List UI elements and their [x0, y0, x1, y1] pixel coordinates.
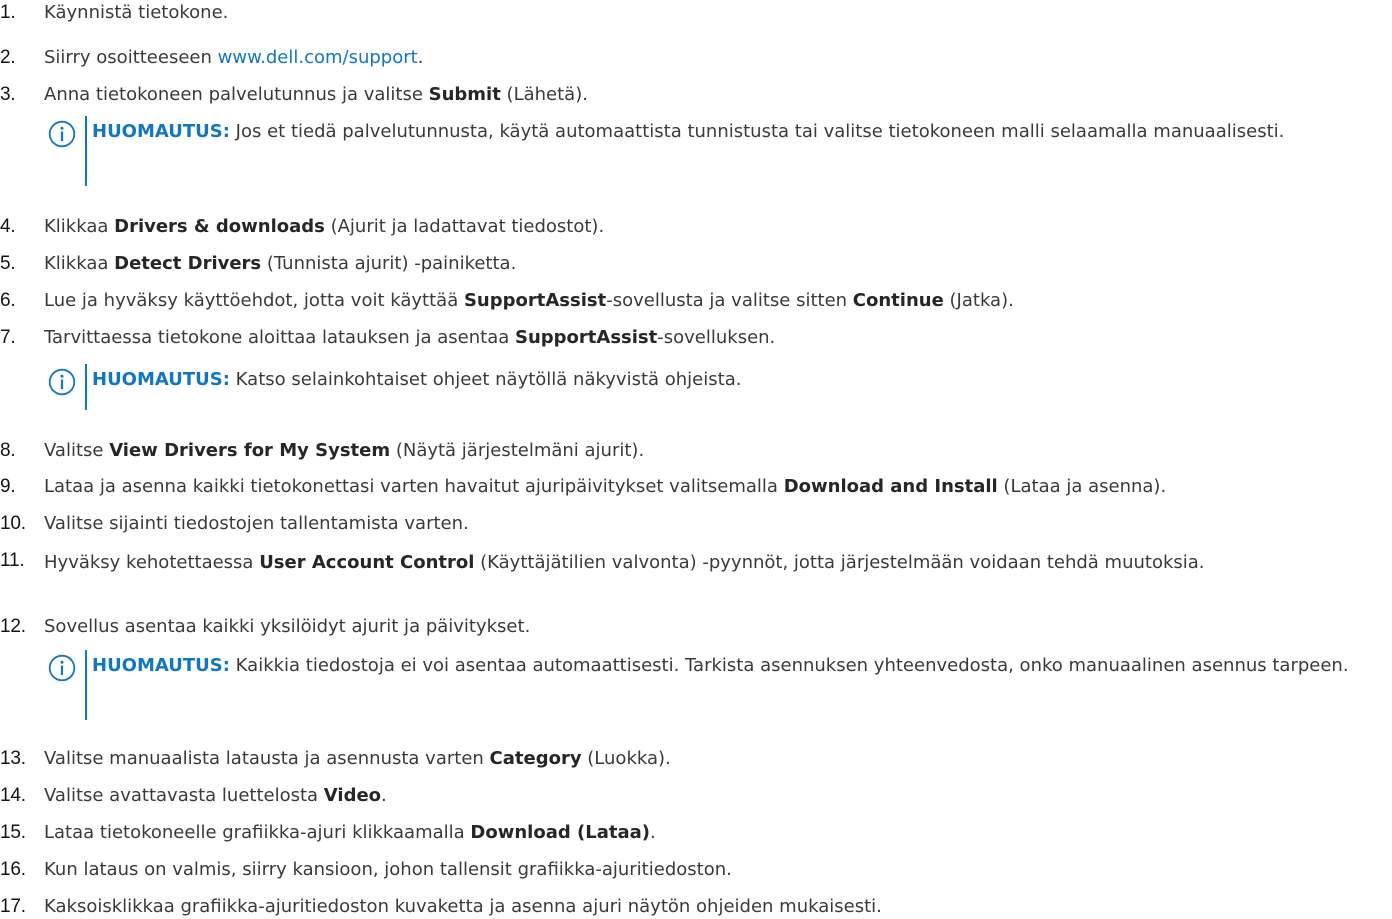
- step-text-part: Lataa tietokoneelle grafiikka-ajuri klik…: [44, 822, 471, 843]
- step-text-part: -sovellusta ja valitse sitten: [606, 290, 853, 311]
- step-text-part: Klikkaa: [44, 253, 115, 274]
- step-text-bold: Video: [323, 785, 382, 806]
- step-number: 7.: [0, 327, 16, 348]
- step-text: Kaksoisklikkaa grafiikka-ajuritiedoston …: [44, 894, 1390, 919]
- step-number: 12.: [0, 616, 26, 637]
- step-text-part: (Jatka).: [943, 290, 1014, 311]
- step-text: Valitse sijainti tiedostojen tallentamis…: [44, 511, 1390, 536]
- step-text-part: (Lähetä).: [500, 84, 588, 105]
- support-link[interactable]: www.dell.com/support: [218, 47, 418, 68]
- step-text-bold: SupportAssist: [515, 327, 658, 348]
- step-number: 15.: [0, 822, 26, 843]
- step-text-part: Lataa ja asenna kaikki tietokonettasi va…: [44, 476, 784, 497]
- note-body: Kaikkia tiedostoja ei voi asentaa automa…: [229, 655, 1349, 676]
- note-text: HUOMAUTUS: Jos et tiedä palvelutunnusta,…: [92, 116, 1392, 148]
- step-text-part: Valitse manuaalista latausta ja asennust…: [44, 748, 490, 769]
- step-text-part: Anna tietokoneen palvelutunnus ja valits…: [44, 84, 429, 105]
- note-label: HUOMAUTUS:: [92, 655, 230, 676]
- step-text-part: Valitse: [44, 440, 110, 461]
- step-text: Hyväksy kehotettaessa User Account Contr…: [44, 548, 1344, 577]
- step-text: Lataa ja asenna kaikki tietokonettasi va…: [44, 474, 1390, 499]
- step-text-bold: Drivers & downloads: [114, 216, 325, 237]
- note-label: HUOMAUTUS:: [92, 369, 230, 390]
- step-text-part: .: [649, 822, 656, 843]
- step-text-part: Klikkaa: [44, 216, 115, 237]
- step-text-bold: Submit: [428, 84, 501, 105]
- info-icon: [48, 120, 76, 148]
- step-number: 4.: [0, 216, 16, 237]
- step-text-part: .: [381, 785, 387, 806]
- step-text: Sovellus asentaa kaikki yksilöidyt ajuri…: [44, 614, 1390, 639]
- step-text-bold: View Drivers for My System: [109, 440, 391, 461]
- step-text-bold: Detect Drivers: [114, 253, 262, 274]
- note-body: Jos et tiedä palvelutunnusta, käytä auto…: [229, 121, 1285, 142]
- step-text: Anna tietokoneen palvelutunnus ja valits…: [44, 82, 1390, 107]
- step-text-bold: Category: [489, 748, 582, 769]
- step-text-bold: Download (Lataa): [470, 822, 650, 843]
- step-text-bold: Continue: [852, 290, 944, 311]
- step-text: Klikkaa Detect Drivers (Tunnista ajurit)…: [44, 251, 1390, 276]
- step-text-bold: User Account Control: [259, 552, 475, 573]
- step-text-part: Kaksoisklikkaa grafiikka-ajuritiedoston …: [44, 896, 882, 917]
- step-text-bold: SupportAssist: [463, 290, 607, 311]
- step-number: 8.: [0, 440, 16, 461]
- note-bar: [85, 364, 87, 410]
- step-number: 3.: [0, 84, 16, 105]
- step-text: Valitse View Drivers for My System (Näyt…: [44, 438, 1390, 463]
- step-number: 16.: [0, 859, 26, 880]
- step-text-part: Valitse avattavasta luettelosta: [44, 785, 324, 806]
- note-2: HUOMAUTUS: Katso selainkohtaiset ohjeet …: [48, 364, 1392, 410]
- step-text: Klikkaa Drivers & downloads (Ajurit ja l…: [44, 214, 1390, 239]
- step-text: Tarvittaessa tietokone aloittaa lataukse…: [44, 325, 1390, 350]
- step-text: Käynnistä tietokone.: [44, 0, 1390, 25]
- step-number: 5.: [0, 253, 16, 274]
- step-number: 13.: [0, 748, 26, 769]
- note-1: HUOMAUTUS: Jos et tiedä palvelutunnusta,…: [48, 116, 1392, 186]
- step-text: Lataa tietokoneelle grafiikka-ajuri klik…: [44, 820, 1390, 845]
- step-text-part: Tarvittaessa tietokone aloittaa lataukse…: [44, 327, 515, 348]
- note-body: Katso selainkohtaiset ohjeet näytöllä nä…: [229, 369, 742, 390]
- step-text-part: (Ajurit ja ladattavat tiedostot).: [324, 216, 605, 237]
- step-text: Lue ja hyväksy käyttöehdot, jotta voit k…: [44, 288, 1390, 313]
- step-number: 1.: [0, 2, 16, 23]
- step-text-part: Kun lataus on valmis, siirry kansioon, j…: [44, 859, 732, 880]
- step-text-part: Hyväksy kehotettaessa: [44, 552, 260, 573]
- step-text-part: Siirry osoitteeseen: [44, 47, 218, 68]
- step-text-part: .: [417, 47, 424, 68]
- step-number: 6.: [0, 290, 16, 311]
- info-icon: [48, 368, 76, 396]
- step-text-part: Käynnistä tietokone.: [44, 2, 229, 23]
- note-text: HUOMAUTUS: Kaikkia tiedostoja ei voi ase…: [92, 650, 1392, 682]
- step-text-part: (Lataa ja asenna).: [997, 476, 1167, 497]
- note-bar: [85, 116, 87, 186]
- step-text-part: (Tunnista ajurit) -painiketta.: [261, 253, 517, 274]
- note-bar: [85, 650, 87, 720]
- step-number: 2.: [0, 47, 16, 68]
- step-text-part: Lue ja hyväksy käyttöehdot, jotta voit k…: [44, 290, 464, 311]
- step-text: Valitse avattavasta luettelosta Video.: [44, 783, 1390, 808]
- step-text-part: Sovellus asentaa kaikki yksilöidyt ajuri…: [44, 616, 531, 637]
- step-number: 11.: [0, 550, 25, 571]
- step-number: 9.: [0, 476, 16, 497]
- step-number: 10.: [0, 513, 26, 534]
- step-number: 14.: [0, 785, 26, 806]
- step-number: 17.: [0, 896, 26, 917]
- step-text-part: (Käyttäjätilien valvonta) -pyynnöt, jott…: [474, 552, 1205, 573]
- note-text: HUOMAUTUS: Katso selainkohtaiset ohjeet …: [92, 364, 1392, 396]
- info-icon: [48, 654, 76, 682]
- step-text-part: (Luokka).: [581, 748, 671, 769]
- step-text: Siirry osoitteeseen www.dell.com/support…: [44, 45, 1390, 70]
- step-text: Kun lataus on valmis, siirry kansioon, j…: [44, 857, 1390, 882]
- step-text: Valitse manuaalista latausta ja asennust…: [44, 746, 1390, 771]
- note-label: HUOMAUTUS:: [92, 121, 230, 142]
- step-text-part: -sovelluksen.: [657, 327, 776, 348]
- step-text-bold: Download and Install: [783, 476, 998, 497]
- step-text-part: (Näytä järjestelmäni ajurit).: [390, 440, 645, 461]
- step-text-part: Valitse sijainti tiedostojen tallentamis…: [44, 513, 469, 534]
- note-3: HUOMAUTUS: Kaikkia tiedostoja ei voi ase…: [48, 650, 1392, 720]
